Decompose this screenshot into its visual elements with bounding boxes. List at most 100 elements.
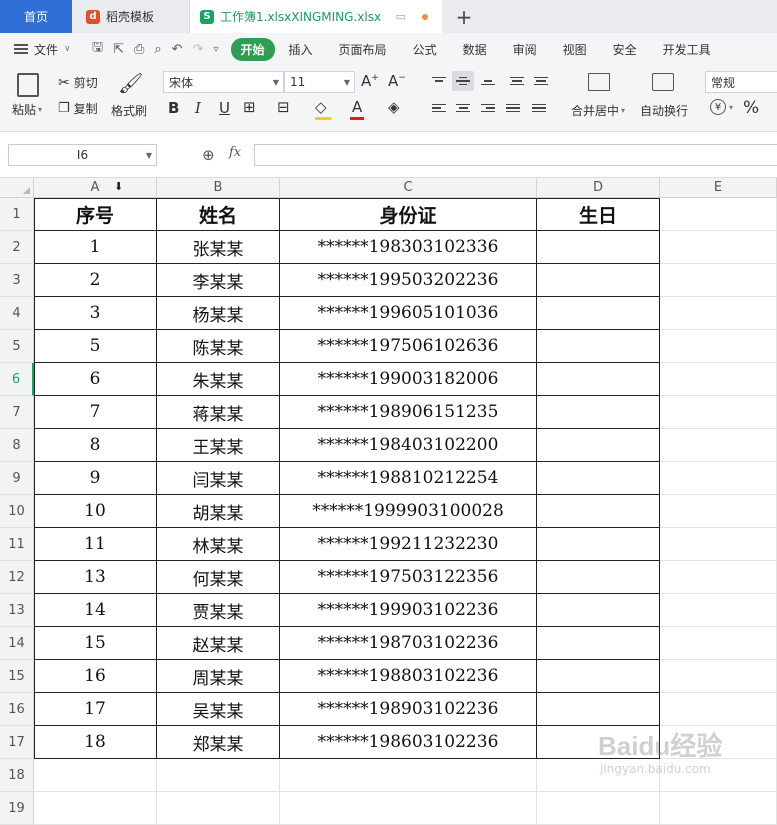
empty-cell[interactable] <box>157 792 280 825</box>
table-cell[interactable]: 2 <box>34 264 157 297</box>
empty-cell[interactable] <box>660 660 777 693</box>
font-color-icon[interactable]: A <box>352 98 362 116</box>
table-cell[interactable]: 周某某 <box>157 660 280 693</box>
column-header-a[interactable]: A <box>34 178 157 198</box>
column-header-b[interactable]: B <box>157 178 280 198</box>
tab-home[interactable]: 首页 <box>0 0 72 33</box>
copy-button[interactable]: ❐ 复制 <box>58 100 98 117</box>
undo-icon[interactable]: ↶ <box>172 42 183 57</box>
tab-view[interactable]: 视图 <box>563 41 587 58</box>
wrap-text-button[interactable]: 自动换行 <box>640 102 688 119</box>
table-header-cell[interactable]: 序号 <box>34 198 157 231</box>
tab-file[interactable]: S 工作簿1.xlsxXINGMING.xlsx ▭ <box>190 0 442 33</box>
row-header-10[interactable]: 10 <box>0 495 34 528</box>
table-cell[interactable]: ******199003182006 <box>280 363 537 396</box>
empty-cell[interactable] <box>660 330 777 363</box>
empty-cell[interactable] <box>660 264 777 297</box>
empty-cell[interactable] <box>660 528 777 561</box>
table-cell[interactable] <box>537 396 660 429</box>
table-cell[interactable] <box>537 330 660 363</box>
table-cell[interactable]: 3 <box>34 297 157 330</box>
decrease-font-icon[interactable]: A− <box>388 72 406 90</box>
table-cell[interactable]: ******199605101036 <box>280 297 537 330</box>
distribute-button[interactable] <box>528 98 550 118</box>
align-center-button[interactable] <box>452 98 474 118</box>
file-menu[interactable]: 文件 ∨ <box>0 41 92 58</box>
row-header-12[interactable]: 12 <box>0 561 34 594</box>
tab-insert[interactable]: 插入 <box>289 41 313 58</box>
tab-developer[interactable]: 开发工具 <box>663 41 711 58</box>
column-header-e[interactable]: E <box>660 178 777 198</box>
row-header-8[interactable]: 8 <box>0 429 34 462</box>
table-cell[interactable]: ******198303102336 <box>280 231 537 264</box>
column-header-c[interactable]: C <box>280 178 537 198</box>
table-cell[interactable] <box>537 495 660 528</box>
select-all-corner[interactable] <box>0 178 34 198</box>
table-cell[interactable] <box>537 561 660 594</box>
fill-color-icon[interactable]: ◇ <box>315 98 327 116</box>
font-name-select[interactable]: 宋体 ▼ <box>163 71 284 93</box>
table-cell[interactable]: 闫某某 <box>157 462 280 495</box>
paste-icon[interactable] <box>17 73 39 97</box>
tab-page-layout[interactable]: 页面布局 <box>339 41 387 58</box>
table-cell[interactable] <box>537 660 660 693</box>
table-cell[interactable]: ******198403102200 <box>280 429 537 462</box>
table-cell[interactable] <box>537 363 660 396</box>
increase-indent-button[interactable] <box>530 71 552 91</box>
row-header-17[interactable]: 17 <box>0 726 34 759</box>
row-header-14[interactable]: 14 <box>0 627 34 660</box>
format-painter-button[interactable]: 格式刷 <box>111 102 147 119</box>
align-middle-button[interactable] <box>452 71 474 91</box>
empty-cell[interactable] <box>34 792 157 825</box>
tab-formulas[interactable]: 公式 <box>413 41 437 58</box>
empty-cell[interactable] <box>660 462 777 495</box>
table-cell[interactable]: 朱某某 <box>157 363 280 396</box>
table-cell[interactable]: 胡某某 <box>157 495 280 528</box>
table-cell[interactable]: 郑某某 <box>157 726 280 759</box>
row-header-2[interactable]: 2 <box>0 231 34 264</box>
table-cell[interactable]: ******198906151235 <box>280 396 537 429</box>
currency-button[interactable]: ¥ ▾ <box>710 99 733 115</box>
tab-security[interactable]: 安全 <box>613 41 637 58</box>
underline-button[interactable]: U <box>219 99 230 117</box>
tab-review[interactable]: 审阅 <box>513 41 537 58</box>
table-cell[interactable]: 贾某某 <box>157 594 280 627</box>
row-header-5[interactable]: 5 <box>0 330 34 363</box>
empty-cell[interactable] <box>537 792 660 825</box>
row-header-4[interactable]: 4 <box>0 297 34 330</box>
empty-cell[interactable] <box>660 792 777 825</box>
tab-template[interactable]: d 稻壳模板 <box>72 0 190 33</box>
merge-center-button[interactable]: 合并居中 ▾ <box>571 102 625 119</box>
table-cell[interactable]: 10 <box>34 495 157 528</box>
table-cell[interactable] <box>537 462 660 495</box>
row-header-9[interactable]: 9 <box>0 462 34 495</box>
table-cell[interactable]: ******198903102236 <box>280 693 537 726</box>
align-right-button[interactable] <box>477 98 499 118</box>
table-cell[interactable]: ******199211232230 <box>280 528 537 561</box>
empty-cell[interactable] <box>157 759 280 792</box>
more-icon[interactable]: ▿ <box>213 44 218 55</box>
column-header-d[interactable]: D <box>537 178 660 198</box>
row-header-15[interactable]: 15 <box>0 660 34 693</box>
table-cell[interactable] <box>537 429 660 462</box>
table-cell[interactable]: 15 <box>34 627 157 660</box>
align-top-button[interactable] <box>428 71 450 91</box>
increase-font-icon[interactable]: A+ <box>361 72 379 90</box>
empty-cell[interactable] <box>280 792 537 825</box>
table-cell[interactable] <box>537 594 660 627</box>
save-icon[interactable]: 🖫 <box>92 38 103 60</box>
table-header-cell[interactable]: 姓名 <box>157 198 280 231</box>
empty-cell[interactable] <box>660 627 777 660</box>
tab-data[interactable]: 数据 <box>463 41 487 58</box>
new-tab-button[interactable]: + <box>442 0 486 33</box>
borders-icon[interactable]: ⊞ <box>243 98 256 116</box>
table-cell[interactable]: 18 <box>34 726 157 759</box>
row-header-7[interactable]: 7 <box>0 396 34 429</box>
table-cell[interactable] <box>537 297 660 330</box>
table-cell[interactable]: 蒋某某 <box>157 396 280 429</box>
table-cell[interactable] <box>537 627 660 660</box>
empty-cell[interactable] <box>660 231 777 264</box>
table-cell[interactable]: 陈某某 <box>157 330 280 363</box>
zoom-icon[interactable]: ⊕ <box>202 146 215 164</box>
align-left-button[interactable] <box>428 98 450 118</box>
